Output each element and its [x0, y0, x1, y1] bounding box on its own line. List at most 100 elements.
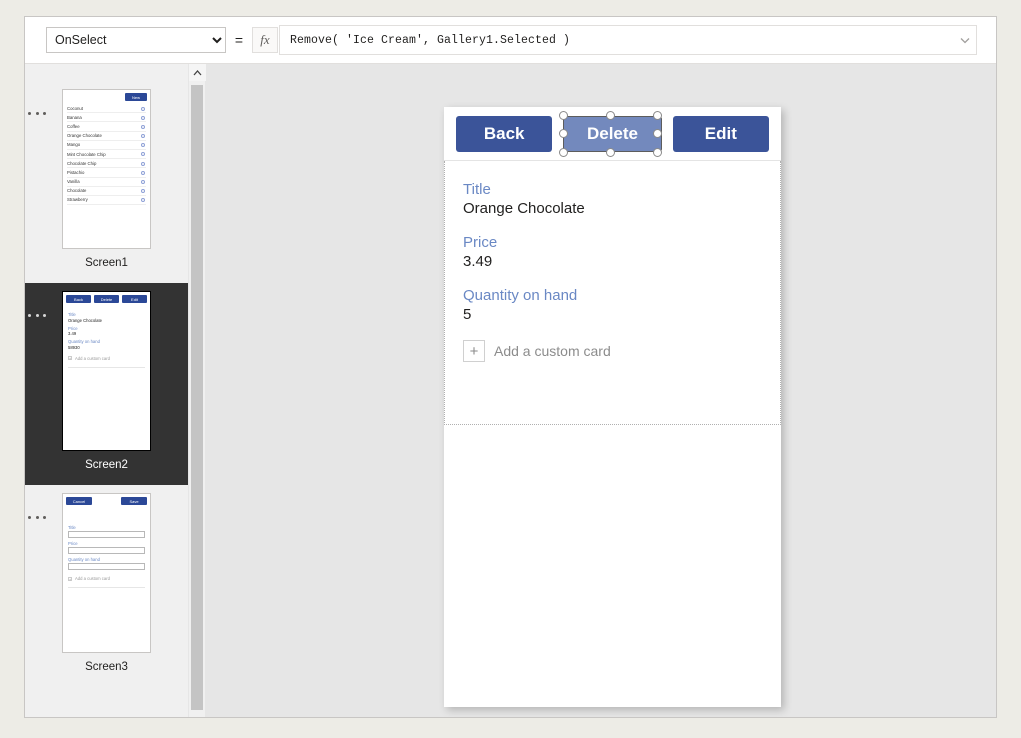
mini-edit-button: Edit	[122, 295, 147, 303]
mini-form: Title Orange Chocolate Price 3.49 Quanti…	[63, 306, 150, 368]
chevron-right-icon	[141, 198, 145, 203]
screen-thumbnail-screen2[interactable]: Back Delete Edit Title Orange Chocolate …	[62, 291, 151, 451]
divider	[68, 366, 145, 368]
screen-entry-screen3[interactable]: Cancel Save Title Price Quantity on hand…	[25, 485, 188, 687]
mini-delete-button: Delete	[94, 295, 119, 303]
mini-field-value: Orange Chocolate	[68, 317, 102, 323]
add-custom-card-row[interactable]: + Add a custom card	[463, 340, 762, 362]
chevron-right-icon	[141, 124, 145, 129]
chevron-right-icon	[141, 115, 145, 120]
mini-item-label: Strawberry	[67, 197, 88, 203]
divider	[68, 587, 145, 588]
mini-field-label: Title	[68, 525, 76, 530]
screen-label-screen2: Screen2	[85, 459, 128, 471]
chevron-right-icon	[141, 180, 145, 184]
display-form[interactable]: Title Orange Chocolate Price 3.49 Quanti…	[444, 161, 781, 425]
formula-input-container[interactable]: Remove( 'Ice Cream', Gallery1.Selected )	[279, 25, 977, 55]
mini-add-card-label: Add a custom card	[75, 576, 110, 581]
fx-icon[interactable]: fx	[252, 27, 278, 53]
mini-item-label: Chocolate Chip	[67, 160, 97, 166]
list-item: Orange Chocolate	[67, 132, 146, 141]
delete-button[interactable]: Delete	[563, 115, 662, 152]
list-item: Chocolate	[67, 187, 146, 196]
mini-item-label: Pistachio	[67, 169, 85, 175]
mini-title-input	[68, 531, 145, 538]
power-apps-studio-window: OnSelect = fx Remove( 'Ice Cream', Galle…	[24, 16, 997, 718]
rail-scrollbar[interactable]	[188, 64, 206, 717]
screen-entry-screen1[interactable]: New Coconut Banana Coffee Orange Chocola…	[25, 64, 188, 283]
mini-field-label: Price	[68, 541, 78, 546]
field-label-price: Price	[463, 234, 498, 251]
mini-back-button: Back	[66, 295, 91, 303]
mini-field-label: Title	[68, 312, 76, 317]
list-item: Mango	[67, 141, 146, 150]
mini-cancel-button: Cancel	[66, 497, 92, 505]
mini-field-label: Quantity on hand	[68, 339, 100, 344]
list-item: Chocolate Chip	[67, 159, 146, 169]
canvas-area[interactable]: Back Delete Edit Title Orange Chocolate …	[206, 64, 996, 717]
mini-item-label: Orange Chocolate	[67, 133, 102, 139]
scroll-up-icon[interactable]	[189, 64, 206, 81]
property-dropdown[interactable]: OnSelect	[46, 27, 226, 53]
plus-icon: +	[68, 576, 72, 582]
plus-icon: +	[68, 356, 72, 361]
mini-item-label: Chocolate	[67, 188, 87, 194]
list-item: Coffee	[67, 122, 146, 132]
list-item: Mint Chocolate Chip	[67, 150, 146, 160]
chevron-right-icon	[141, 189, 145, 194]
ellipsis-menu-icon[interactable]	[28, 310, 46, 320]
screen-thumbnail-screen3[interactable]: Cancel Save Title Price Quantity on hand…	[62, 493, 151, 653]
back-button[interactable]: Back	[456, 115, 553, 152]
chevron-right-icon	[141, 161, 145, 166]
mini-item-label: Coffee	[67, 123, 80, 129]
list-item: Vanilla	[67, 178, 146, 187]
mini-save-button: Save	[121, 497, 147, 505]
screen-entry-screen2[interactable]: Back Delete Edit Title Orange Chocolate …	[25, 283, 188, 485]
canvas-toolbar: Back Delete Edit	[444, 107, 781, 161]
scrollbar-thumb[interactable]	[191, 85, 203, 710]
mini-item-label: Mint Chocolate Chip	[67, 151, 106, 157]
mini-add-custom-card: + Add a custom card	[68, 576, 145, 582]
list-item: Coconut	[67, 104, 146, 114]
formula-input[interactable]: Remove( 'Ice Cream', Gallery1.Selected )	[280, 34, 954, 47]
add-custom-card-label[interactable]: Add a custom card	[494, 343, 611, 359]
mini-item-label: Coconut	[67, 105, 84, 111]
mini-gallery-list: Coconut Banana Coffee Orange Chocolate M…	[63, 90, 150, 206]
field-label-quantity: Quantity on hand	[463, 287, 578, 304]
list-item: Pistachio	[67, 168, 146, 178]
mini-toolbar: Cancel Save	[63, 494, 150, 508]
chevron-right-icon	[141, 152, 145, 157]
formula-bar: OnSelect = fx Remove( 'Ice Cream', Galle…	[25, 17, 996, 64]
app-screen-canvas[interactable]: Back Delete Edit Title Orange Chocolate …	[444, 107, 781, 707]
plus-icon[interactable]: +	[463, 340, 485, 362]
list-item: Banana	[67, 113, 146, 123]
mini-new-button: New	[125, 93, 147, 101]
screen-label-screen1: Screen1	[85, 257, 128, 269]
chevron-right-icon	[141, 143, 145, 148]
chevron-right-icon	[141, 106, 145, 111]
screen-thumbnail-screen1[interactable]: New Coconut Banana Coffee Orange Chocola…	[62, 89, 151, 249]
ellipsis-menu-icon[interactable]	[28, 108, 46, 118]
mini-field-label: Quantity on hand	[68, 557, 100, 562]
screen-thumbnail-rail[interactable]: New Coconut Banana Coffee Orange Chocola…	[25, 64, 188, 717]
mini-field-value: 3.49	[68, 331, 77, 336]
mini-add-custom-card: + Add a custom card	[68, 356, 145, 361]
field-label-title: Title	[463, 181, 491, 198]
field-value-title[interactable]: Orange Chocolate	[463, 200, 762, 217]
mini-item-label: Mango	[67, 142, 81, 148]
field-value-quantity[interactable]: 5	[463, 306, 762, 323]
mini-add-card-label: Add a custom card	[75, 355, 110, 361]
chevron-right-icon	[141, 134, 145, 139]
screen-label-screen3: Screen3	[85, 661, 128, 673]
mini-item-label: Vanilla	[67, 179, 80, 185]
mini-item-label: Banana	[67, 114, 82, 120]
chevron-down-icon[interactable]	[954, 26, 976, 54]
edit-button[interactable]: Edit	[672, 115, 769, 152]
ellipsis-menu-icon[interactable]	[28, 512, 46, 522]
field-value-price[interactable]: 3.49	[463, 253, 762, 270]
mini-price-input	[68, 547, 145, 554]
work-area: New Coconut Banana Coffee Orange Chocola…	[25, 64, 996, 717]
mini-field-value: 58930	[68, 344, 80, 350]
mini-quantity-input	[68, 563, 145, 570]
mini-toolbar: Back Delete Edit	[63, 292, 150, 306]
